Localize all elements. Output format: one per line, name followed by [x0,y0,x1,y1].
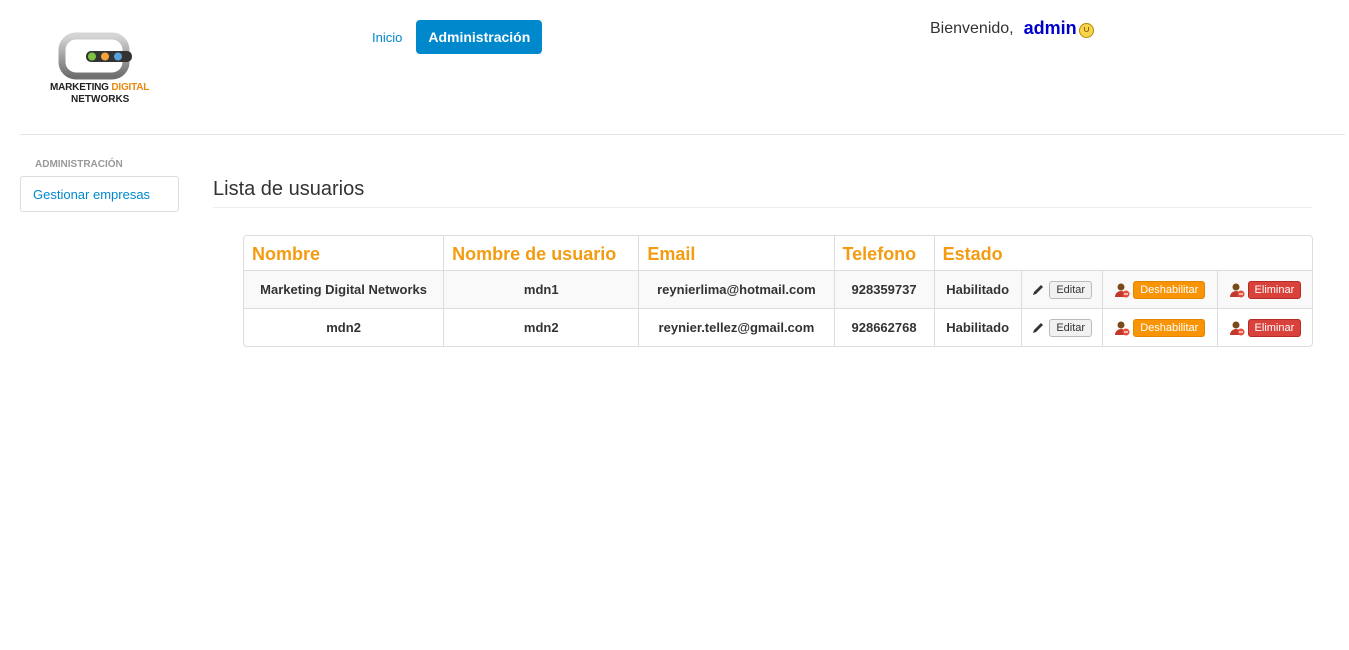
column-header-usuario: Nombre de usuario [443,236,638,270]
cell-nombre: Marketing Digital Networks [244,270,444,308]
pencil-icon[interactable] [1031,283,1045,297]
sidebar-header: Administración [35,159,123,170]
main-nav: Inicio Administración [362,20,543,54]
column-header-email: Email [638,236,833,270]
pencil-icon[interactable] [1031,321,1045,335]
cell-estado: Habilitado [933,270,1021,308]
disable-button[interactable]: Deshabilitar [1133,280,1206,299]
cell-estado: Habilitado [933,308,1021,346]
logo-text-line1: MARKETING DIGITAL [50,82,150,93]
logo-text-line2: NETWORKS [71,94,130,105]
title-divider [213,207,1312,208]
edit-button[interactable]: Editar [1049,318,1093,337]
cell-usuario: mdn1 [443,270,639,308]
power-icon[interactable] [1078,23,1094,38]
table-row: Marketing Digital Networks mdn1 reynierl… [244,270,1312,308]
disable-button[interactable]: Deshabilitar [1133,318,1206,337]
cell-email: reynierlima@hotmail.com [638,270,834,308]
cell-delete-action: Eliminar [1216,308,1312,346]
cell-email: reynier.tellez@gmail.com [638,308,834,346]
user-disable-icon[interactable] [1114,320,1130,336]
user-delete-icon[interactable] [1229,282,1245,298]
page-title: Lista de usuarios [213,178,365,200]
sidebar-item-gestionar-empresas[interactable]: Gestionar empresas [21,177,178,212]
welcome-area: Bienvenido, admin [930,18,1094,39]
users-table: Nombre Nombre de usuario Email Telefono … [243,235,1313,347]
cell-edit-action: Editar [1020,270,1102,308]
cell-usuario: mdn2 [443,308,639,346]
cell-disable-action: Deshabilitar [1101,308,1217,346]
column-header-telefono: Telefono [833,236,934,270]
table-row: mdn2 mdn2 reynier.tellez@gmail.com 92866… [244,308,1312,346]
delete-button[interactable]: Eliminar [1247,280,1302,299]
user-delete-icon[interactable] [1229,320,1245,336]
cell-delete-action: Eliminar [1216,270,1312,308]
user-link[interactable]: admin [1024,18,1077,39]
cell-telefono: 928662768 [833,308,934,346]
sidebar-nav: Gestionar empresas [20,176,179,212]
nav-administracion[interactable]: Administración [416,20,543,54]
edit-button[interactable]: Editar [1049,280,1093,299]
nav-inicio[interactable]: Inicio [362,22,412,53]
cell-nombre: mdn2 [244,308,444,346]
logo-mark-icon [58,32,132,80]
column-header-nombre: Nombre [252,243,321,264]
cell-disable-action: Deshabilitar [1101,270,1217,308]
header-divider [20,134,1345,135]
user-disable-icon[interactable] [1114,282,1130,298]
delete-button[interactable]: Eliminar [1247,318,1302,337]
cell-telefono: 928359737 [833,270,934,308]
logo: MARKETING DIGITAL NETWORKS [48,32,158,112]
table-header-row: Nombre Nombre de usuario Email Telefono … [244,236,1312,270]
column-header-estado: Estado [933,236,1312,270]
cell-edit-action: Editar [1020,308,1102,346]
welcome-greeting: Bienvenido, [930,19,1014,37]
